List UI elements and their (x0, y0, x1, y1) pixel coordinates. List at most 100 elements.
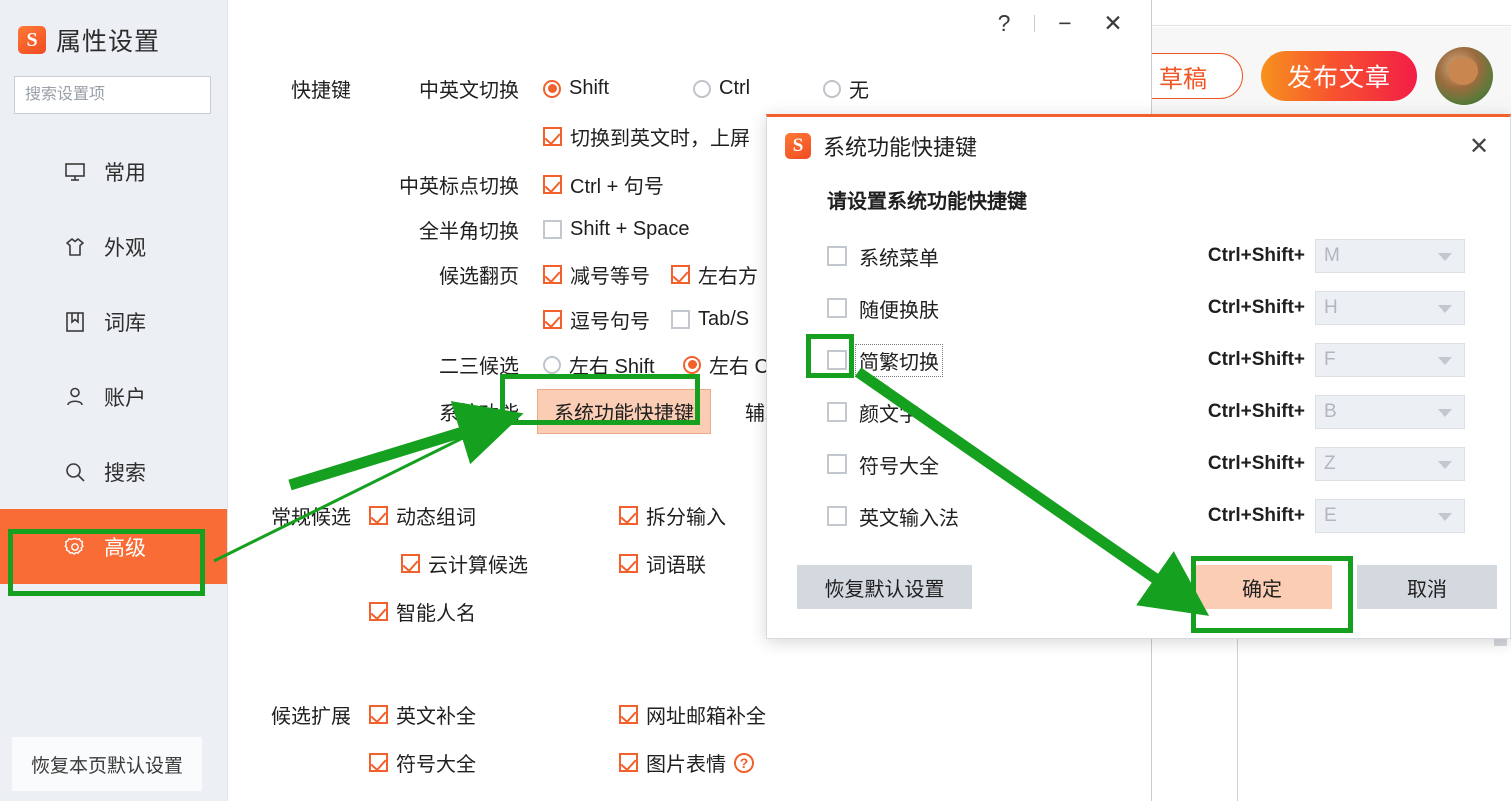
key-select-symbol-collection[interactable]: Z (1315, 447, 1465, 481)
sidebar-item-common[interactable]: 常用 (0, 134, 227, 209)
search-input[interactable] (25, 86, 232, 104)
checkbox-dynamic-word[interactable]: 动态组词 (369, 501, 619, 530)
checkbox-word-association-indicator (619, 554, 638, 573)
checkbox-english-ime[interactable] (827, 506, 847, 526)
dialog-row-kaomoji: 颜文字 Ctrl+Shift+ B (767, 386, 1510, 438)
sidebar-item-label: 外观 (104, 236, 146, 260)
key-select-value: E (1324, 505, 1337, 526)
sidebar-item-account[interactable]: 账户 (0, 359, 227, 434)
row-candidate-general-3: 智能人名 (249, 597, 619, 626)
checkbox-upscreen-on-english[interactable]: 切换到英文时，上屏 (543, 122, 750, 151)
ok-button[interactable]: 确定 (1192, 565, 1332, 609)
checkbox-symbol-collection-label: 符号大全 (396, 754, 476, 776)
sidebar-nav: 常用 外观 词库 账户 搜索 高级 (0, 134, 227, 584)
sidebar-item-search[interactable]: 搜索 (0, 434, 227, 509)
monitor-icon (62, 159, 88, 185)
radio-left-right-shift[interactable]: 左右 Shift (543, 350, 683, 379)
publish-article-button[interactable]: 发布文章 (1260, 51, 1417, 101)
checkbox-word-association-label: 词语联 (646, 555, 706, 577)
book-icon (62, 309, 88, 335)
dialog-row-random-skin: 随便换肤 Ctrl+Shift+ H (767, 282, 1510, 334)
sidebar-item-label: 常用 (104, 161, 146, 185)
row-second-third-candidate: 二三候选 左右 Shift 左右 C (249, 350, 769, 379)
radio-ctrl[interactable]: Ctrl (693, 74, 823, 103)
dialog-row-traditional-switch: 简繁切换 Ctrl+Shift+ F (767, 334, 1510, 386)
checkbox-word-association[interactable]: 词语联 (619, 549, 706, 578)
checkbox-ctrl-period[interactable]: Ctrl + 句号 (543, 170, 664, 199)
key-select-value: F (1324, 349, 1336, 370)
checkbox-tab-shift-label: Tab/S (698, 308, 750, 330)
checkbox-smart-name[interactable]: 智能人名 (369, 597, 619, 626)
help-icon[interactable]: ? (980, 3, 1028, 43)
checkbox-comma-period[interactable]: 逗号句号 (543, 305, 671, 334)
close-icon[interactable]: ✕ (1464, 132, 1494, 161)
key-select-kaomoji[interactable]: B (1315, 395, 1465, 429)
system-function-hotkey-button[interactable]: 系统功能快捷键 (537, 389, 711, 434)
key-select-system-menu[interactable]: M (1315, 239, 1465, 273)
restore-defaults-button[interactable]: 恢复默认设置 (797, 565, 972, 609)
checkbox-symbol-collection[interactable] (827, 454, 847, 474)
radio-none[interactable]: 无 (823, 74, 869, 103)
key-select-traditional-switch[interactable]: F (1315, 343, 1465, 377)
minimize-icon[interactable]: − (1041, 3, 1089, 43)
key-prefix: Ctrl+Shift+ (1207, 505, 1305, 526)
key-prefix: Ctrl+Shift+ (1207, 401, 1305, 422)
checkbox-picture-emoji[interactable]: 图片表情 ? (619, 748, 754, 777)
checkbox-dynamic-word-label: 动态组词 (396, 507, 476, 529)
key-prefix: Ctrl+Shift+ (1207, 245, 1305, 266)
checkbox-cloud-candidate[interactable]: 云计算候选 (369, 549, 619, 578)
search-box[interactable] (14, 76, 232, 114)
checkbox-traditional-switch[interactable] (827, 350, 847, 370)
row-candidate-paging-2: 逗号句号 Tab/S (249, 305, 749, 334)
checkbox-english-complete[interactable]: 英文补全 (369, 700, 619, 729)
cancel-button[interactable]: 取消 (1357, 565, 1497, 609)
sidebar-item-dictionary[interactable]: 词库 (0, 284, 227, 359)
key-select-value: Z (1324, 453, 1336, 474)
close-icon[interactable]: ✕ (1089, 3, 1137, 43)
reset-page-defaults-button[interactable]: 恢复本页默认设置 (12, 737, 202, 791)
checkbox-smart-name-label: 智能人名 (396, 603, 476, 625)
checkbox-symbol-collection[interactable]: 符号大全 (369, 748, 619, 777)
shirt-icon (62, 234, 88, 260)
radio-none-indicator (823, 79, 841, 98)
checkbox-picture-emoji-label: 图片表情 (646, 754, 726, 776)
checkbox-random-skin-label: 随便换肤 (859, 299, 939, 322)
radio-left-right-ctrl[interactable]: 左右 C (683, 350, 769, 379)
checkbox-minus-equal[interactable]: 减号等号 (543, 260, 671, 289)
sidebar-item-advanced[interactable]: 高级 (0, 509, 227, 584)
checkbox-split-input[interactable]: 拆分输入 (619, 501, 726, 530)
section-hotkey-label-row: 快捷键 中英文切换 Shift Ctrl 无 (249, 74, 869, 103)
checkbox-kaomoji[interactable] (827, 402, 847, 422)
dialog-row-symbol-collection: 符号大全 Ctrl+Shift+ Z (767, 438, 1510, 490)
key-prefix: Ctrl+Shift+ (1207, 349, 1305, 370)
checkbox-shift-space[interactable]: Shift + Space (543, 215, 690, 244)
sidebar-item-appearance[interactable]: 外观 (0, 209, 227, 284)
row-label-fullwidth: 全半角切换 (419, 221, 519, 243)
checkbox-url-email-complete-indicator (619, 705, 638, 724)
chevron-down-icon (1438, 357, 1452, 365)
avatar[interactable] (1435, 47, 1493, 105)
radio-none-label: 无 (849, 80, 869, 102)
gear-icon (62, 534, 88, 560)
key-select-random-skin[interactable]: H (1315, 291, 1465, 325)
checkbox-tab-shift[interactable]: Tab/S (671, 305, 749, 334)
dialog-row-system-menu: 系统菜单 Ctrl+Shift+ M (767, 230, 1510, 282)
checkbox-ctrl-period-label: Ctrl + 句号 (570, 176, 664, 198)
chevron-down-icon (1438, 253, 1452, 261)
chevron-down-icon (1438, 305, 1452, 313)
radio-shift[interactable]: Shift (543, 74, 693, 103)
help-icon[interactable]: ? (734, 752, 754, 773)
checkbox-left-right-arrow[interactable]: 左右方 (671, 260, 758, 289)
checkbox-random-skin[interactable] (827, 298, 847, 318)
checkbox-system-menu[interactable] (827, 246, 847, 266)
key-select-english-ime[interactable]: E (1315, 499, 1465, 533)
row-candidate-paging: 候选翻页 减号等号 左右方 (249, 260, 758, 289)
background-browser-topbar (1152, 0, 1511, 26)
row-system-function: 系统功能 系统功能快捷键 辅助 (249, 389, 785, 434)
sidebar-item-label: 搜索 (104, 461, 146, 485)
checkbox-url-email-complete[interactable]: 网址邮箱补全 (619, 700, 766, 729)
